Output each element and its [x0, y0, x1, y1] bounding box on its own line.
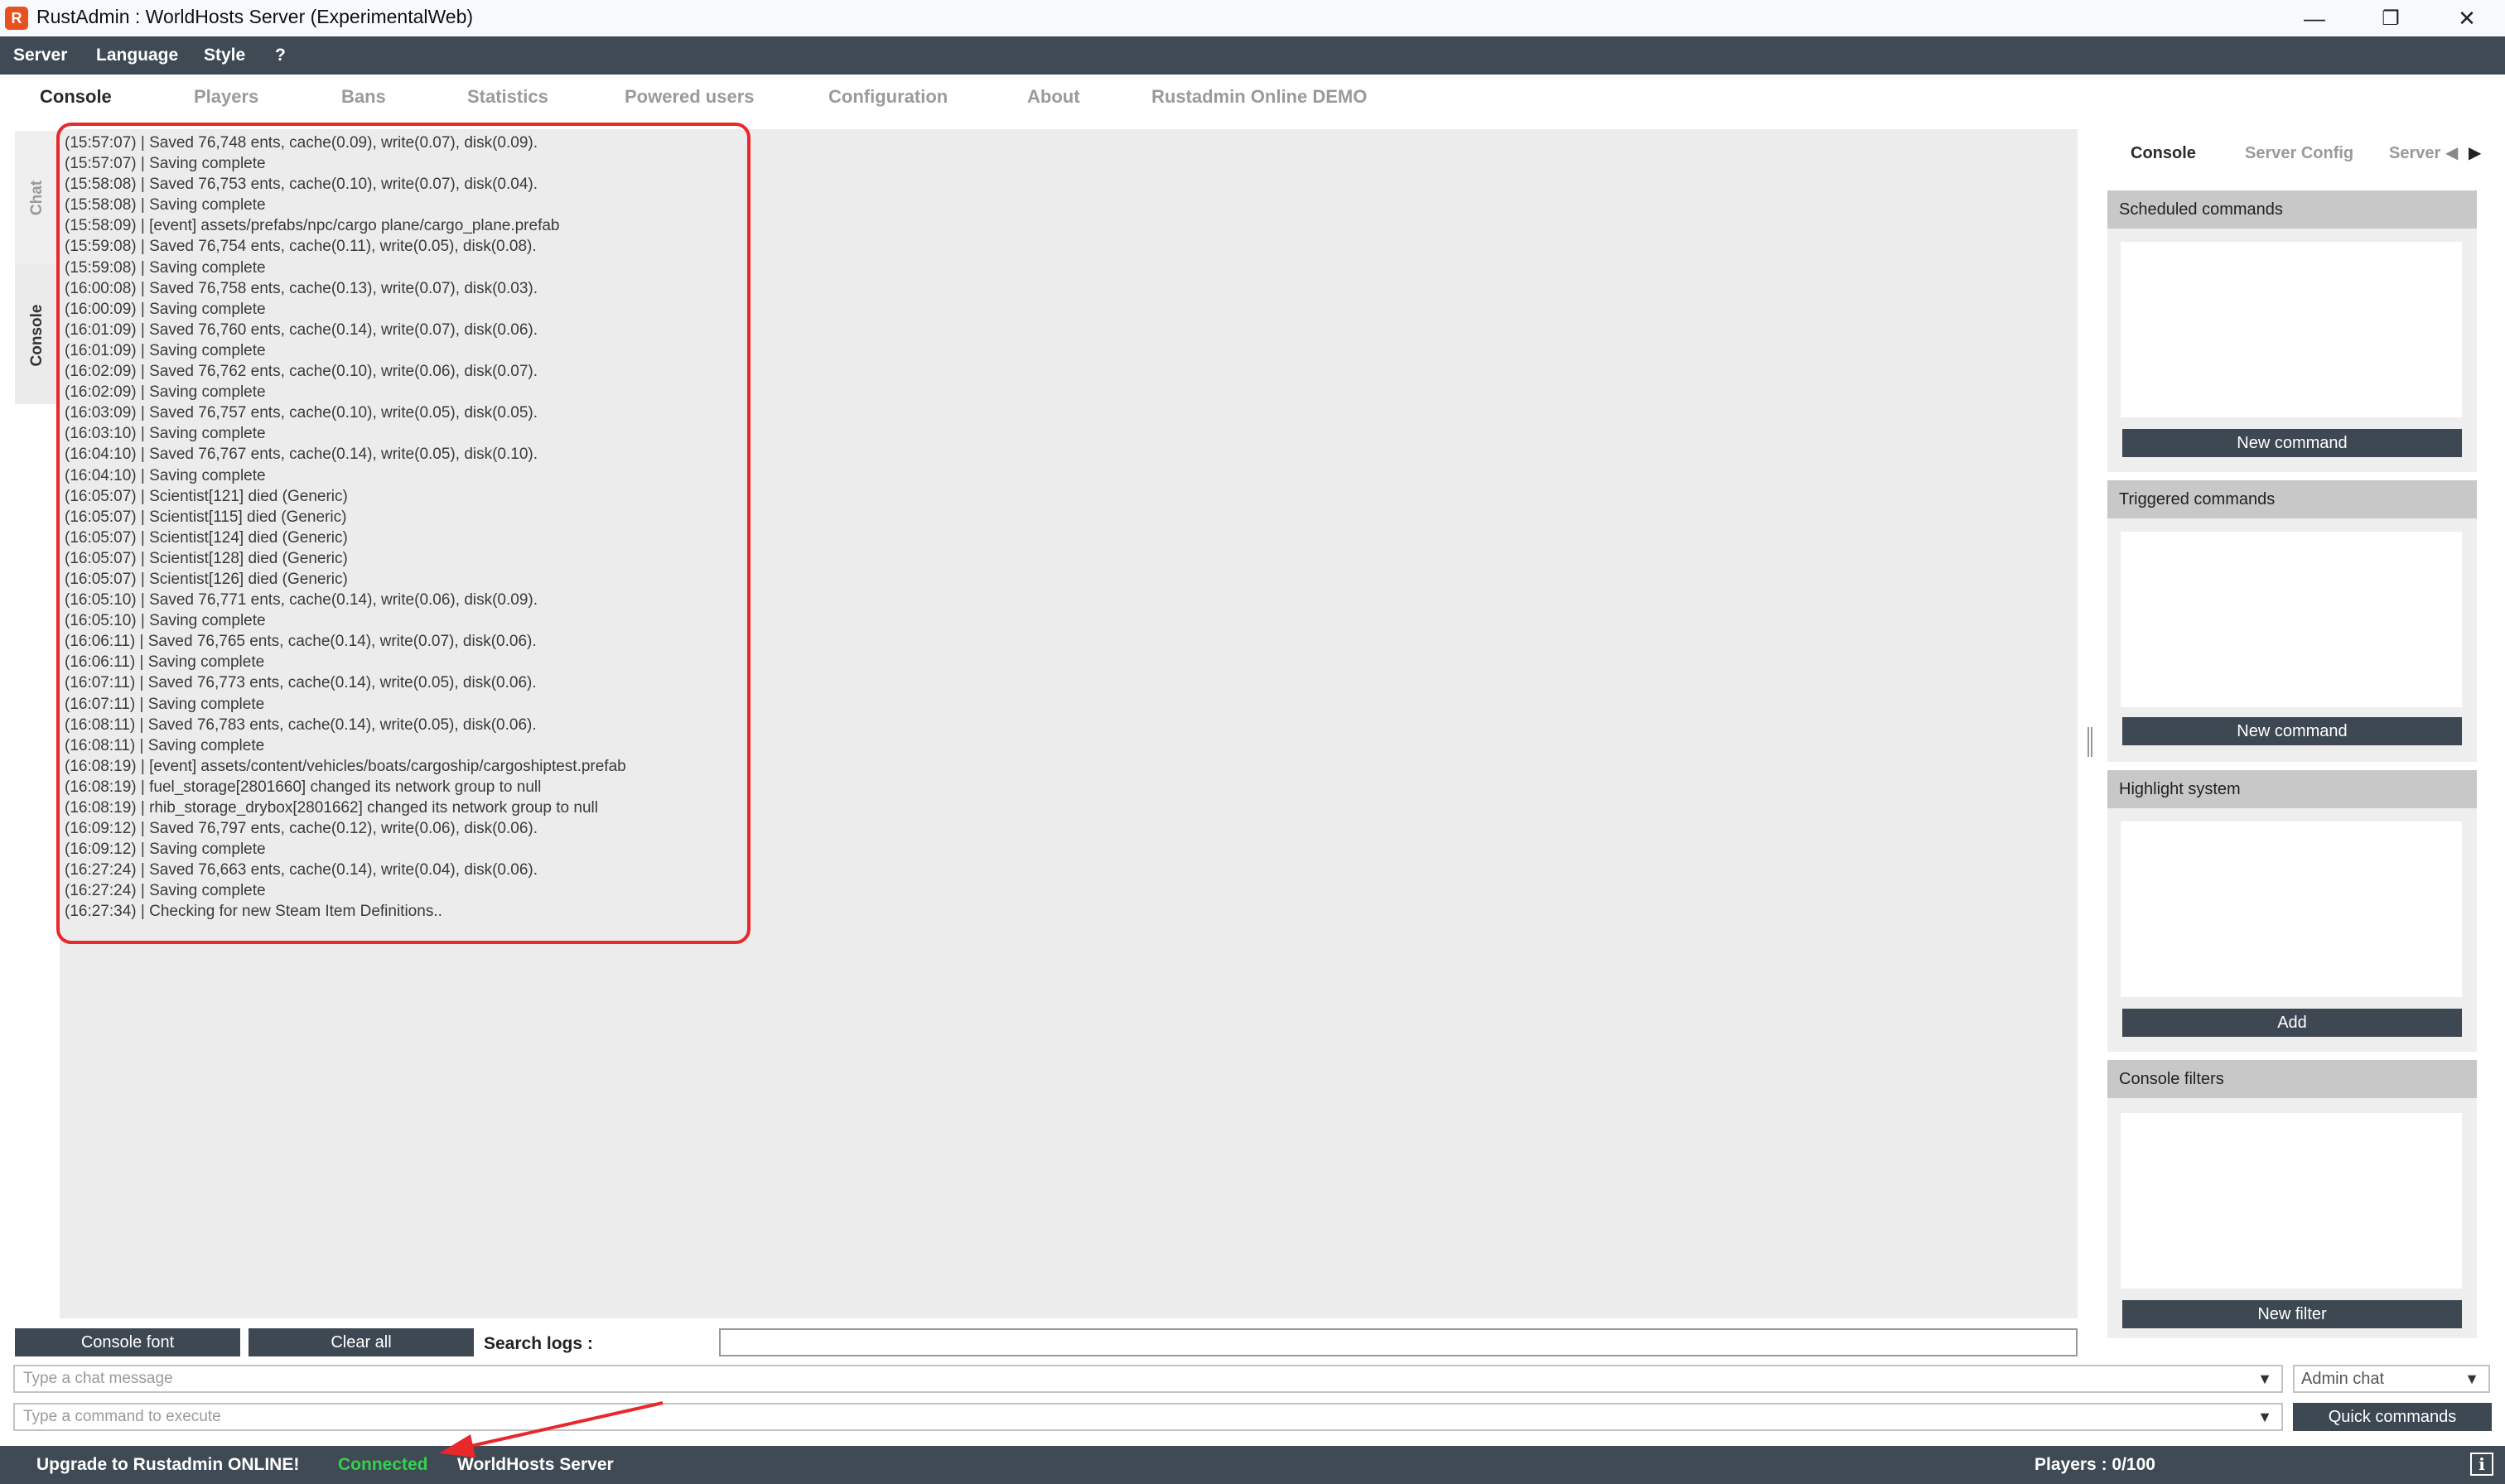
chat-target-value: Admin chat	[2301, 1370, 2385, 1388]
highlight-system-header: Highlight system	[2107, 770, 2477, 808]
close-icon[interactable]: ✕	[2429, 0, 2505, 36]
menu-bar	[0, 36, 2505, 75]
panel-splitter-handle[interactable]	[2088, 727, 2092, 757]
chat-target-dropdown-icon[interactable]: ▼	[2464, 1365, 2480, 1393]
players-count: Players : 0/100	[2034, 1455, 2155, 1474]
menu-server[interactable]: Server	[13, 36, 67, 75]
tab-statistics[interactable]: Statistics	[467, 83, 548, 111]
new-filter-button[interactable]: New filter	[2122, 1300, 2462, 1328]
new-triggered-command-button[interactable]: New command	[2122, 717, 2462, 745]
menu-language[interactable]: Language	[96, 36, 178, 75]
rustadmin-app-icon: R	[5, 7, 28, 30]
right-tab-server[interactable]: Server	[2389, 141, 2440, 166]
tab-powered-users[interactable]: Powered users	[625, 83, 755, 111]
search-logs-label: Search logs :	[484, 1334, 593, 1353]
search-logs-input[interactable]	[719, 1328, 2078, 1356]
console-font-button[interactable]: Console font	[15, 1328, 240, 1356]
tab-scroll-right-icon[interactable]: ▶	[2469, 141, 2485, 166]
info-icon[interactable]: i	[2470, 1453, 2493, 1476]
server-name: WorldHosts Server	[457, 1455, 614, 1474]
tab-about[interactable]: About	[1027, 83, 1080, 111]
tab-bans[interactable]: Bans	[341, 83, 386, 111]
new-scheduled-command-button[interactable]: New command	[2122, 429, 2462, 457]
minimize-icon[interactable]: —	[2276, 0, 2353, 36]
right-tab-console[interactable]: Console	[2131, 141, 2196, 166]
command-input[interactable]	[13, 1403, 2283, 1431]
chat-history-dropdown-icon[interactable]: ▼	[2256, 1365, 2273, 1393]
scheduled-commands-header: Scheduled commands	[2107, 190, 2477, 229]
console-filters-header: Console filters	[2107, 1060, 2477, 1098]
triggered-commands-header: Triggered commands	[2107, 480, 2477, 518]
clear-all-button[interactable]: Clear all	[249, 1328, 474, 1356]
chat-target-select[interactable]: Admin chat	[2293, 1365, 2490, 1393]
highlight-system-list[interactable]	[2121, 822, 2462, 997]
upgrade-link[interactable]: Upgrade to Rustadmin ONLINE!	[36, 1446, 299, 1484]
connection-status: Connected	[338, 1455, 428, 1474]
quick-commands-button[interactable]: Quick commands	[2293, 1403, 2492, 1431]
console-filters-list[interactable]	[2121, 1113, 2462, 1289]
right-tab-server-config[interactable]: Server Config	[2245, 141, 2353, 166]
side-tab-console[interactable]: Console	[25, 277, 50, 393]
window-title: RustAdmin : WorldHosts Server (Experimen…	[36, 6, 474, 27]
restore-icon[interactable]: ❐	[2353, 0, 2429, 36]
side-tab-chat[interactable]: Chat	[25, 140, 50, 256]
menu-style[interactable]: Style	[204, 36, 245, 75]
tab-players[interactable]: Players	[194, 83, 258, 111]
tab-console[interactable]: Console	[40, 83, 112, 111]
scheduled-commands-list[interactable]	[2121, 242, 2462, 417]
add-highlight-button[interactable]: Add	[2122, 1009, 2462, 1037]
tab-scroll-left-icon[interactable]: ◀	[2445, 141, 2462, 166]
chat-message-input[interactable]	[13, 1365, 2283, 1393]
command-history-dropdown-icon[interactable]: ▼	[2256, 1403, 2273, 1431]
tab-rustadmin-online-demo[interactable]: Rustadmin Online DEMO	[1151, 83, 1367, 111]
menu-help[interactable]: ?	[275, 36, 286, 75]
tab-configuration[interactable]: Configuration	[828, 83, 948, 111]
triggered-commands-list[interactable]	[2121, 532, 2462, 707]
annotation-highlight-box	[56, 123, 751, 944]
